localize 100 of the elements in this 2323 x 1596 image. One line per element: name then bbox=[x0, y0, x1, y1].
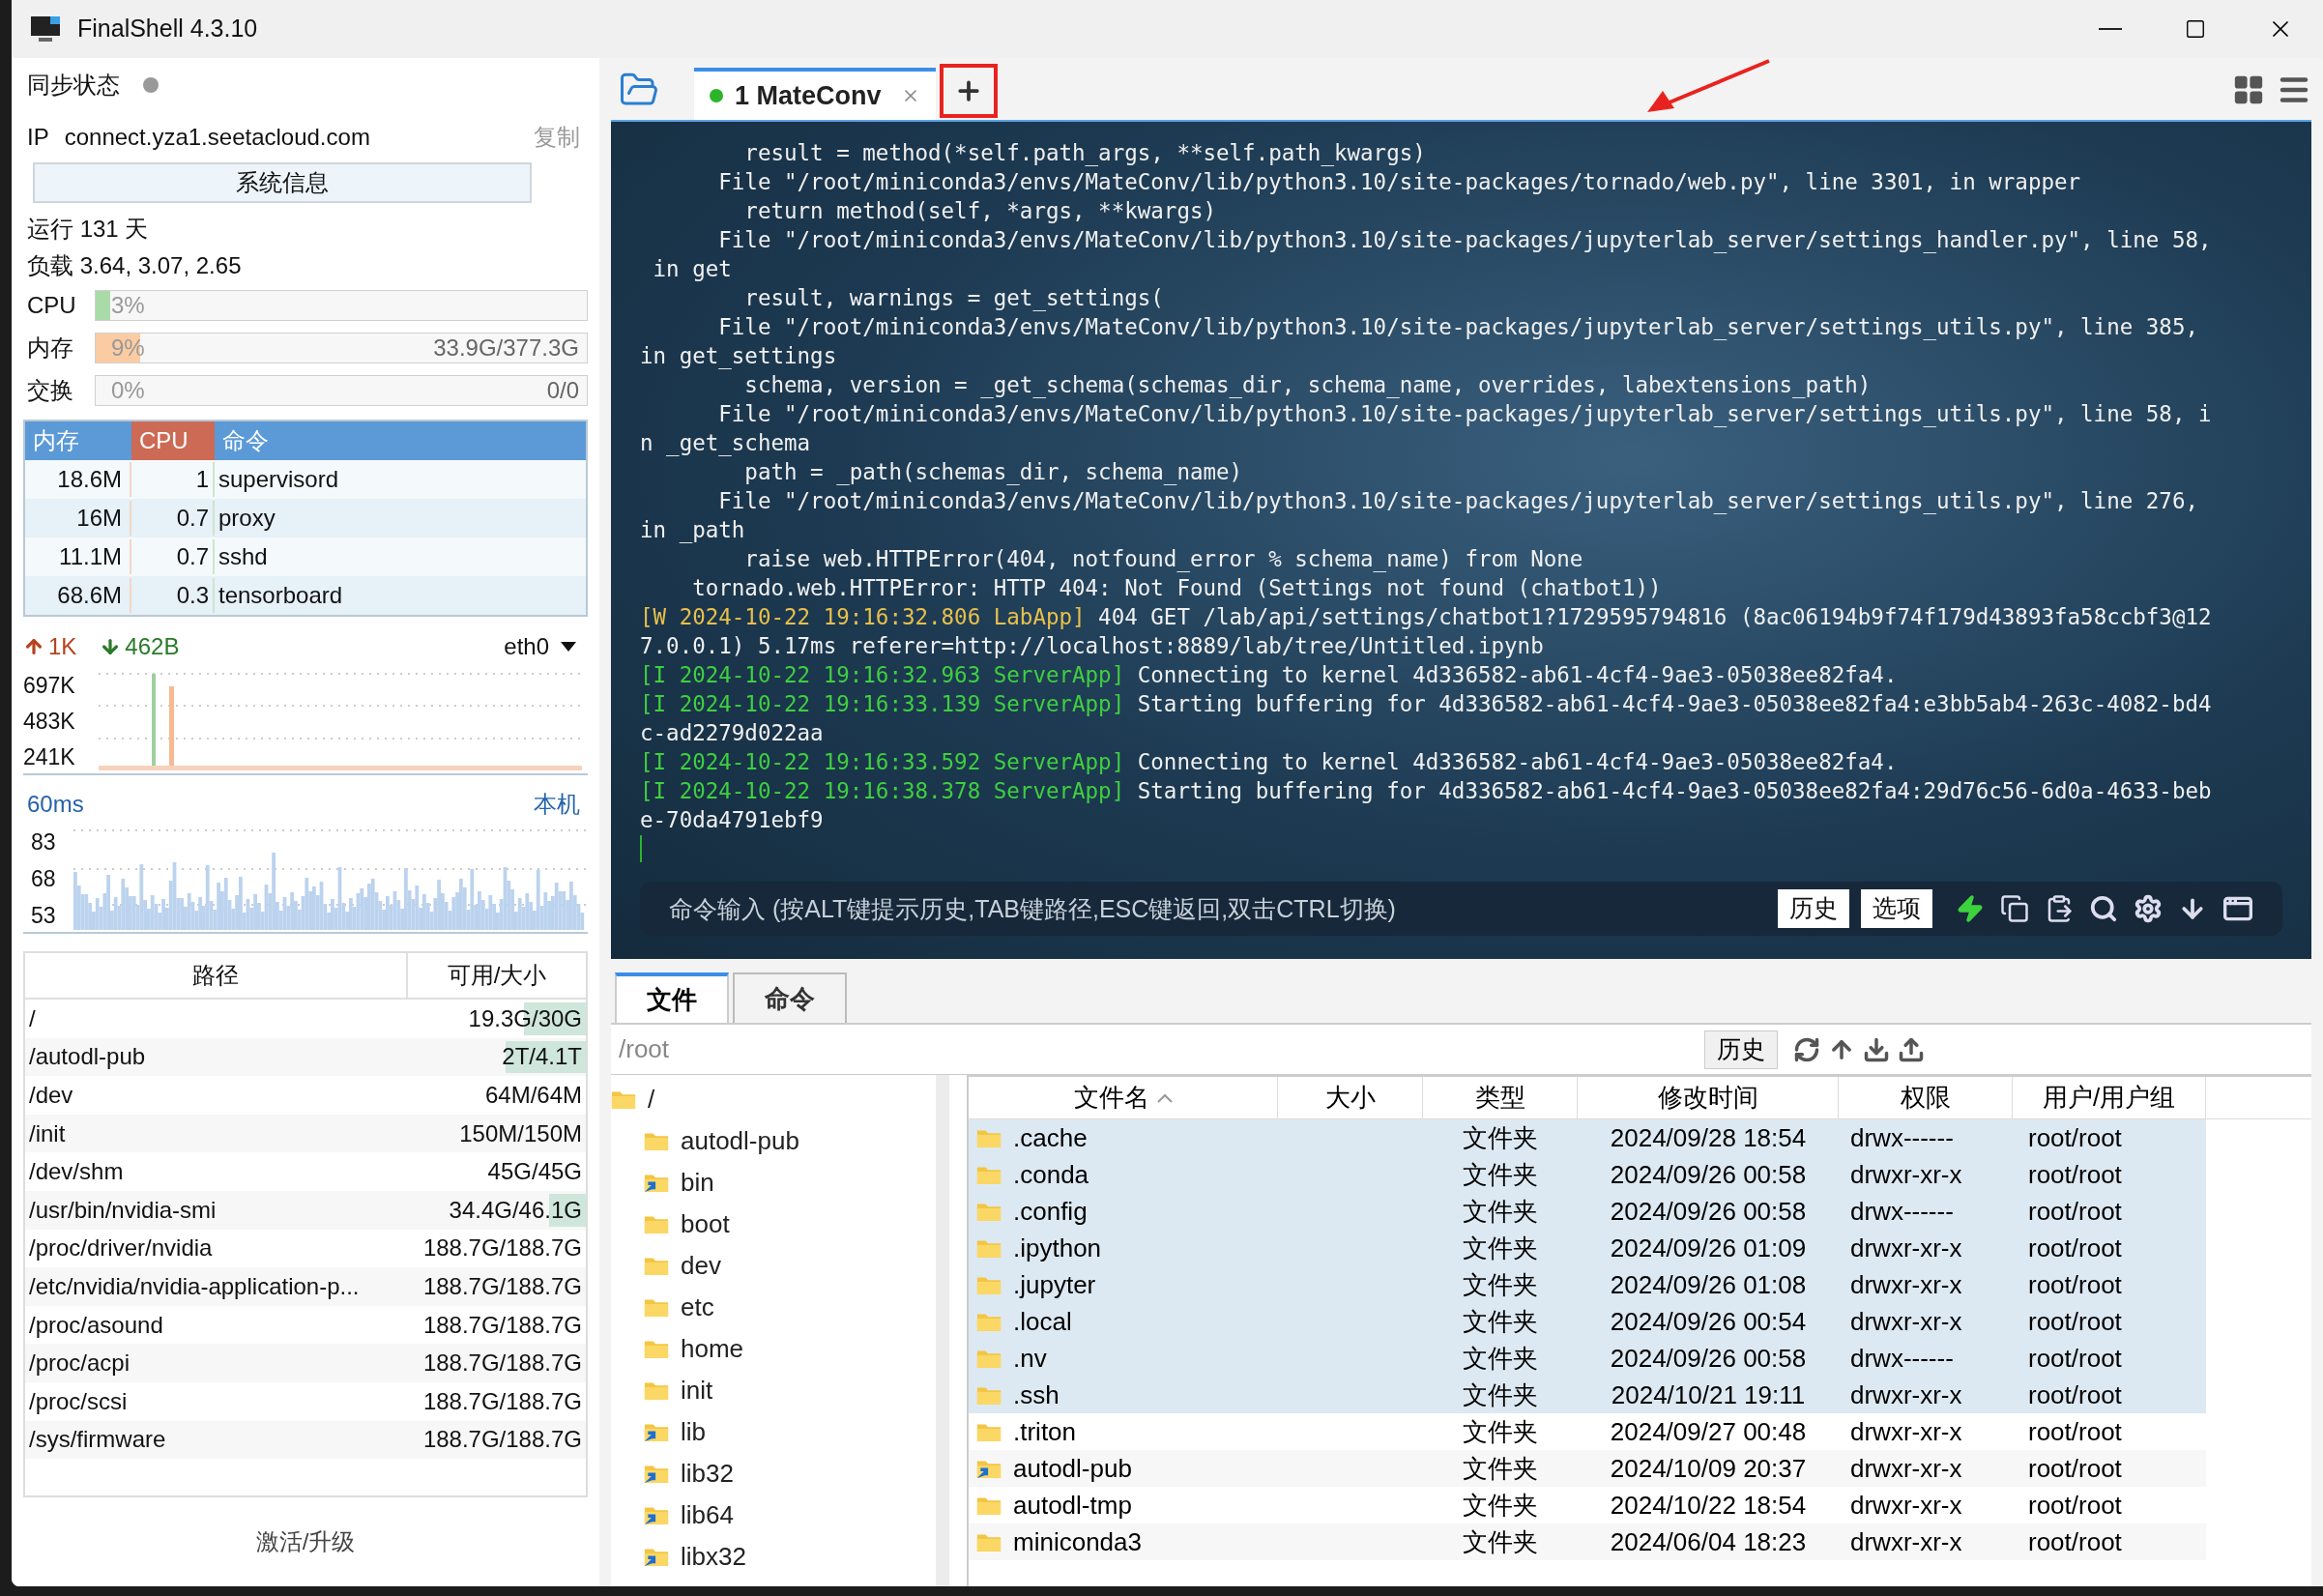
grid-view-icon[interactable] bbox=[2232, 73, 2265, 106]
terminal[interactable] bbox=[611, 122, 2311, 959]
upload-icon[interactable] bbox=[1898, 1035, 1925, 1063]
table-cell-text: /proc/scsi bbox=[28, 1386, 129, 1416]
panel-tab[interactable]: 命令 bbox=[733, 972, 847, 1023]
meter-label: CPU bbox=[27, 291, 77, 320]
table-cell-text: /proc/asound bbox=[28, 1310, 164, 1340]
tree-item[interactable]: lib64 bbox=[611, 1494, 936, 1536]
system-info-button[interactable]: 系统信息 bbox=[33, 162, 532, 203]
column-header[interactable]: 大小 bbox=[1278, 1077, 1423, 1118]
folder-link-icon bbox=[644, 1547, 669, 1567]
terminal-line: raise web.HTTPError(404, notfound_error % schema_name) from None bbox=[743, 545, 1583, 572]
tree-item[interactable]: etc bbox=[611, 1287, 936, 1328]
file-row[interactable]: .ssh 文件夹 2024/10/21 19:11 drwxr-xr-x root/root bbox=[969, 1377, 2206, 1413]
file-row[interactable]: .ipython 文件夹 2024/09/26 01:09 drwxr-xr-x root/root bbox=[969, 1230, 2206, 1266]
table-cell-text: /dev bbox=[28, 1081, 74, 1110]
tree-item[interactable]: lib bbox=[611, 1411, 936, 1453]
interface-dropdown[interactable]: eth0 bbox=[504, 629, 576, 664]
tree-item[interactable]: lib32 bbox=[611, 1453, 936, 1494]
table-cell-text: 文件夹 bbox=[1462, 1415, 1539, 1448]
table-cell-text: 2024/09/26 01:08 bbox=[1609, 1268, 1808, 1301]
refresh-icon[interactable] bbox=[1793, 1035, 1820, 1063]
terminal-line: in _path bbox=[640, 516, 745, 543]
toolbar-button[interactable]: 选项 bbox=[1861, 889, 1932, 928]
command-input[interactable]: 命令输入 (按ALT键提示历史,TAB键路径,ESC键返回,双击CTRL切换) bbox=[640, 882, 1766, 936]
terminal-line: 7.0.0.1) 5.17ms referer=http://localhost:8889/lab/tree/Untitled.ipynb bbox=[640, 632, 1544, 659]
axis-label: 53 bbox=[31, 901, 57, 930]
upload-rate: 1K bbox=[48, 632, 77, 661]
tree-item[interactable]: boot bbox=[611, 1204, 936, 1245]
table-cell-text: root/root bbox=[2027, 1452, 2123, 1485]
activate-link[interactable]: 激活/升级 bbox=[255, 1524, 356, 1559]
table-cell-text: 2024/09/26 00:58 bbox=[1609, 1342, 1808, 1375]
file-row[interactable]: .conda 文件夹 2024/09/26 00:58 drwxr-xr-x root/root bbox=[969, 1156, 2206, 1193]
folder-link-icon bbox=[644, 1422, 669, 1442]
table-cell-text: 文件夹 bbox=[1462, 1195, 1539, 1228]
column-header[interactable]: 用户/用户组 bbox=[2013, 1077, 2206, 1118]
tree-item[interactable]: bin bbox=[611, 1162, 936, 1204]
search-icon[interactable] bbox=[2089, 894, 2118, 923]
terminal-line: c-ad2279d022aa bbox=[640, 719, 824, 746]
toolbar-button[interactable]: 历史 bbox=[1778, 889, 1849, 928]
table-cell-text: 2024/10/21 19:11 bbox=[1610, 1378, 1807, 1411]
column-header[interactable]: 路径 bbox=[25, 953, 408, 998]
table-cell-text: /init bbox=[28, 1118, 67, 1148]
file-name: miniconda3 bbox=[1013, 1525, 1142, 1558]
column-header[interactable]: CPU bbox=[131, 421, 215, 460]
table-cell-text: 文件夹 bbox=[1462, 1305, 1539, 1338]
column-header[interactable]: 可用/大小 bbox=[408, 953, 586, 998]
tree-item[interactable]: autodl-pub bbox=[611, 1120, 936, 1162]
table-cell-text: drwx------ bbox=[1849, 1195, 1955, 1228]
panel-tab[interactable]: 文件 bbox=[615, 972, 729, 1023]
usage-cell-text: 188.7G/188.7G bbox=[421, 1233, 583, 1263]
download-rate: 462B bbox=[125, 632, 180, 661]
terminal-line: return method(self, *args, **kwargs) bbox=[743, 197, 1217, 224]
table-cell-text: drwxr-xr-x bbox=[1849, 1305, 1963, 1338]
window-title: FinalShell 4.3.10 bbox=[77, 14, 258, 44]
usage-cell-text: 188.7G/188.7G bbox=[421, 1386, 583, 1416]
table-cell-text: 文件夹 bbox=[1462, 1489, 1539, 1522]
column-header[interactable]: 文件名 bbox=[969, 1077, 1278, 1118]
table-cell-text: proxy bbox=[218, 504, 276, 533]
settings-icon[interactable] bbox=[2134, 894, 2163, 923]
file-row[interactable]: .jupyter 文件夹 2024/09/26 01:08 drwxr-xr-x root/root bbox=[969, 1266, 2206, 1303]
file-row[interactable]: .config 文件夹 2024/09/26 00:58 drwx------ root/root bbox=[969, 1193, 2206, 1230]
table-cell-text: 2024/09/28 18:54 bbox=[1609, 1121, 1808, 1154]
file-name: .jupyter bbox=[1013, 1268, 1096, 1301]
tree-item[interactable]: libx32 bbox=[611, 1536, 936, 1578]
lightning-icon[interactable] bbox=[1956, 894, 1985, 923]
table-cell-text: root/root bbox=[2027, 1525, 2123, 1558]
table-cell: 68.6M bbox=[25, 578, 131, 613]
tree-item[interactable]: init bbox=[611, 1370, 936, 1411]
file-row[interactable]: autodl-pub 文件夹 2024/10/09 20:37 drwxr-xr-x root/root bbox=[969, 1450, 2206, 1487]
log-prefix: [I 2024-10-22 19:16:32.963 ServerApp] bbox=[640, 661, 1125, 688]
file-row[interactable]: miniconda3 文件夹 2024/06/04 18:23 drwxr-xr-x root/root bbox=[969, 1523, 2206, 1560]
copy-icon[interactable] bbox=[2000, 894, 2029, 923]
terminal-line: path = _path(schemas_dir, schema_name) bbox=[743, 458, 1243, 485]
tree-item[interactable]: home bbox=[611, 1328, 936, 1370]
meter-detail: 33.9G/377.3G bbox=[433, 334, 579, 363]
table-cell-text: drwxr-xr-x bbox=[1849, 1232, 1963, 1264]
usage-cell-text: 150M/150M bbox=[458, 1118, 583, 1148]
history-button[interactable]: 历史 bbox=[1704, 1030, 1778, 1069]
file-row[interactable]: .cache 文件夹 2024/09/28 18:54 drwx------ root/root bbox=[969, 1119, 2206, 1156]
column-header[interactable]: 修改时间 bbox=[1578, 1077, 1839, 1118]
download-icon[interactable] bbox=[1863, 1035, 1890, 1063]
folder-icon bbox=[644, 1380, 669, 1401]
table-cell: 16M bbox=[25, 501, 131, 536]
column-header[interactable]: 类型 bbox=[1423, 1077, 1578, 1118]
latency-target: 本机 bbox=[534, 790, 580, 819]
text-cursor bbox=[640, 835, 642, 862]
load-text: 负载 3.64, 3.07, 2.65 bbox=[26, 251, 243, 280]
tree-item[interactable]: dev bbox=[611, 1245, 936, 1287]
table-cell-text: 2024/06/04 18:23 bbox=[1609, 1525, 1808, 1558]
table-cell-text: /proc/driver/nvidia bbox=[28, 1233, 214, 1263]
session-tab[interactable]: 1 MateConv bbox=[694, 68, 936, 120]
tree-item[interactable]: / bbox=[611, 1079, 936, 1120]
terminal-line: in get bbox=[652, 255, 732, 282]
table-cell-text: 文件夹 bbox=[1462, 1378, 1539, 1411]
add-tab-button[interactable] bbox=[939, 64, 998, 118]
file-row[interactable]: .local 文件夹 2024/09/26 00:54 drwxr-xr-x root/root bbox=[969, 1303, 2206, 1340]
meter-reading: 0% bbox=[111, 376, 145, 405]
column-header[interactable]: 权限 bbox=[1839, 1077, 2013, 1118]
file-row[interactable]: .nv 文件夹 2024/09/26 00:58 drwx------ root/root bbox=[969, 1340, 2206, 1377]
